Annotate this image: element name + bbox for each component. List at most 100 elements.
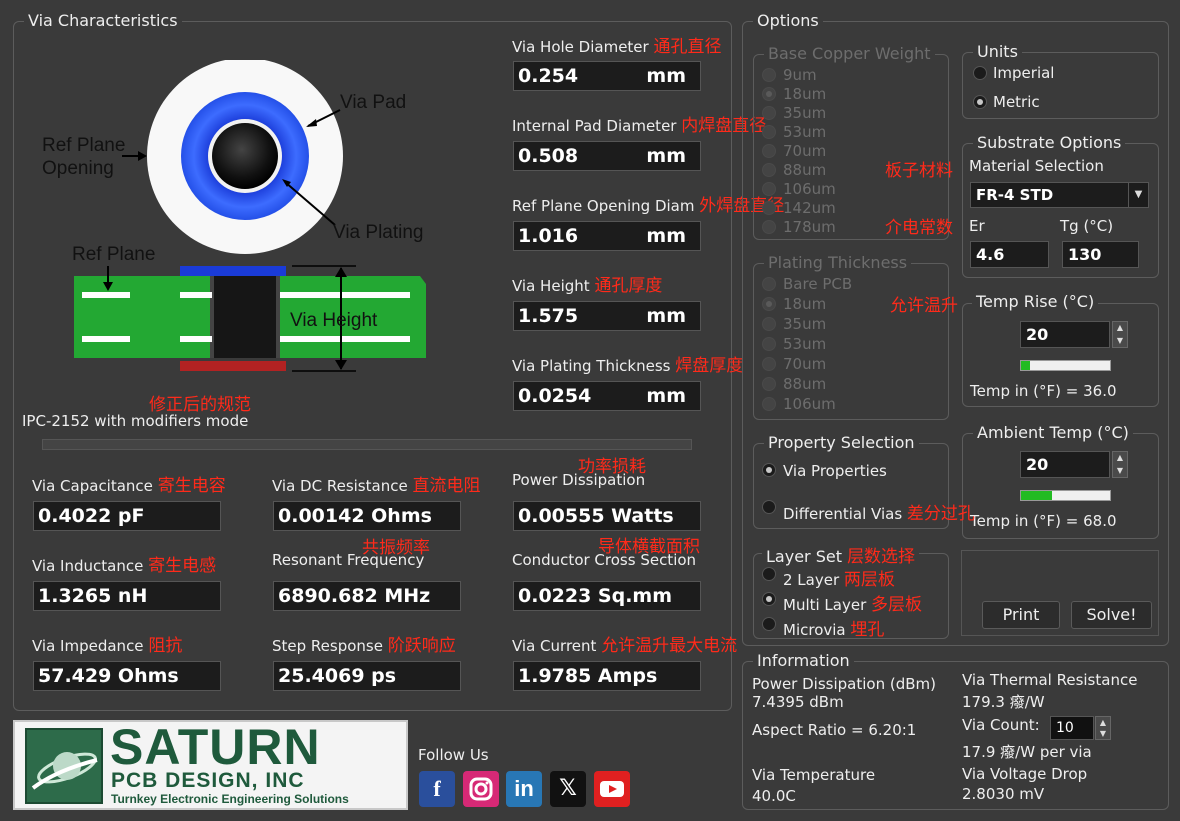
plating-option-radio[interactable]: [762, 337, 776, 351]
material-select[interactable]: FR-4 STD ▼: [970, 182, 1149, 208]
instagram-icon[interactable]: [463, 771, 499, 807]
thermal-resistance-label: Via Thermal Resistance: [962, 671, 1138, 689]
saturn-logo-mark: [25, 728, 103, 804]
base-copper-option-label: 88um: [783, 161, 827, 179]
ambient-temp-spinner[interactable]: ▲ ▼: [1112, 451, 1128, 478]
base-copper-title: Base Copper Weight: [764, 44, 935, 63]
ref-plane-opening-text: Ref Plane: [42, 135, 125, 156]
metric-radio[interactable]: [973, 95, 987, 109]
linkedin-icon[interactable]: in: [506, 771, 542, 807]
base-copper-option-label: 142um: [783, 199, 836, 217]
tg-label: Tg (°C): [1060, 217, 1114, 235]
differential-vias-radio[interactable]: [762, 500, 776, 514]
impedance-label: Via Impedance 阻抗: [32, 636, 183, 656]
inductance-label: Via Inductance 寄生电感: [32, 556, 217, 576]
base-copper-option-radio[interactable]: [762, 144, 776, 158]
via-properties-radio[interactable]: [762, 463, 776, 477]
microvia-radio[interactable]: [762, 617, 776, 631]
base-copper-option-radio[interactable]: [762, 220, 776, 234]
tg-input[interactable]: 130: [1062, 241, 1139, 268]
er-label: Er: [969, 217, 985, 235]
via-count-label: Via Count:: [962, 716, 1040, 734]
metric-label: Metric: [993, 93, 1040, 111]
plating-option-label: 106um: [783, 395, 836, 413]
per-via-value: 17.9 癈/W per via: [962, 743, 1092, 761]
mode-label: IPC-2152 with modifiers mode: [22, 412, 249, 430]
ambient-temp-input[interactable]: 20: [1020, 451, 1110, 478]
via-height-text: Via Height: [290, 310, 378, 331]
spin-up-icon: ▲: [1116, 323, 1124, 332]
inductance-output: 1.3265 nH: [33, 581, 221, 611]
temp-rise-level-fill: [1021, 361, 1030, 370]
information-title: Information: [753, 651, 854, 670]
imperial-radio[interactable]: [973, 66, 987, 80]
plating-option-radio[interactable]: [762, 277, 776, 291]
thermal-resistance-value: 179.3 癈/W: [962, 693, 1045, 711]
print-button[interactable]: Print: [982, 601, 1060, 629]
base-copper-option-radio[interactable]: [762, 106, 776, 120]
voltage-drop-value: 2.8030 mV: [962, 785, 1045, 803]
temp-rise-cn: 允许温升: [890, 296, 958, 316]
ambient-temp-title: Ambient Temp (°C): [973, 423, 1133, 442]
material-cn: 板子材料: [885, 161, 953, 181]
two-layer-radio[interactable]: [762, 567, 776, 581]
via-pad-text: Via Pad: [340, 92, 406, 113]
plating-thickness-input[interactable]: 0.0254 mm: [513, 381, 701, 411]
resonant-frequency-label: Resonant Frequency: [272, 551, 425, 569]
plating-option-label: 70um: [783, 355, 827, 373]
via-count-input[interactable]: 10: [1050, 716, 1094, 740]
multi-layer-radio[interactable]: [762, 592, 776, 606]
saturn-logo[interactable]: SATURN PCB DESIGN, INC Turnkey Electroni…: [13, 719, 408, 810]
base-copper-option-radio[interactable]: [762, 182, 776, 196]
layer-set-title: Layer Set 层数选择: [762, 542, 920, 567]
plating-option-radio[interactable]: [762, 377, 776, 391]
via-height-input[interactable]: 1.575 mm: [513, 301, 701, 331]
plating-option-radio[interactable]: [762, 317, 776, 331]
internal-pad-input[interactable]: 0.508 mm: [513, 141, 701, 171]
follow-us-label: Follow Us: [418, 746, 489, 764]
base-copper-option-label: 106um: [783, 180, 836, 198]
base-copper-option-radio[interactable]: [762, 163, 776, 177]
units-title: Units: [973, 42, 1022, 61]
ref-plane-opening-input[interactable]: 1.016 mm: [513, 221, 701, 251]
multi-layer-label: Multi Layer 多层板: [783, 595, 923, 615]
plating-thickness-title: Plating Thickness: [764, 253, 912, 272]
plating-option-label: 88um: [783, 375, 827, 393]
property-selection-title: Property Selection: [764, 433, 919, 452]
base-copper-option-radio[interactable]: [762, 125, 776, 139]
impedance-output: 57.429 Ohms: [33, 661, 221, 691]
er-cn: 介电常数: [885, 218, 953, 238]
via-count-spinner[interactable]: ▲ ▼: [1095, 716, 1111, 740]
ambient-temp-level-fill: [1021, 491, 1053, 500]
solve-button[interactable]: Solve!: [1071, 601, 1152, 629]
material-label: Material Selection: [969, 157, 1104, 175]
spin-up-icon: ▲: [1116, 453, 1124, 462]
power-dbm-value: 7.4395 dBm: [752, 693, 844, 711]
base-copper-option-radio[interactable]: [762, 87, 776, 101]
plating-option-radio[interactable]: [762, 357, 776, 371]
units-group: Units: [962, 42, 1159, 119]
x-icon[interactable]: 𝕏: [550, 771, 586, 807]
base-copper-option-radio[interactable]: [762, 201, 776, 215]
capacitance-output: 0.4022 pF: [33, 501, 221, 531]
facebook-icon[interactable]: f: [419, 771, 455, 807]
hole-diameter-input[interactable]: 0.254 mm: [513, 61, 701, 91]
spin-up-icon: ▲: [1099, 718, 1107, 727]
plating-option-radio[interactable]: [762, 297, 776, 311]
youtube-icon[interactable]: [594, 771, 630, 807]
er-input[interactable]: 4.6: [970, 241, 1049, 268]
temp-rise-spinner[interactable]: ▲ ▼: [1112, 321, 1128, 348]
base-copper-option-label: 18um: [783, 85, 827, 103]
temp-rise-fahrenheit: Temp in (°F) = 36.0: [970, 382, 1117, 400]
plating-option-label: 35um: [783, 315, 827, 333]
plating-option-radio[interactable]: [762, 397, 776, 411]
base-copper-option-label: 70um: [783, 142, 827, 160]
base-copper-option-radio[interactable]: [762, 68, 776, 82]
chevron-down-icon: ▼: [1128, 183, 1148, 207]
cross-section-output: 0.0223 Sq.mm: [513, 581, 701, 611]
spin-down-icon: ▼: [1099, 729, 1107, 738]
power-dissipation-label: Power Dissipation: [512, 471, 646, 489]
via-hole: [212, 123, 278, 189]
plating-option-label: 18um: [783, 295, 827, 313]
temp-rise-input[interactable]: 20: [1020, 321, 1110, 348]
